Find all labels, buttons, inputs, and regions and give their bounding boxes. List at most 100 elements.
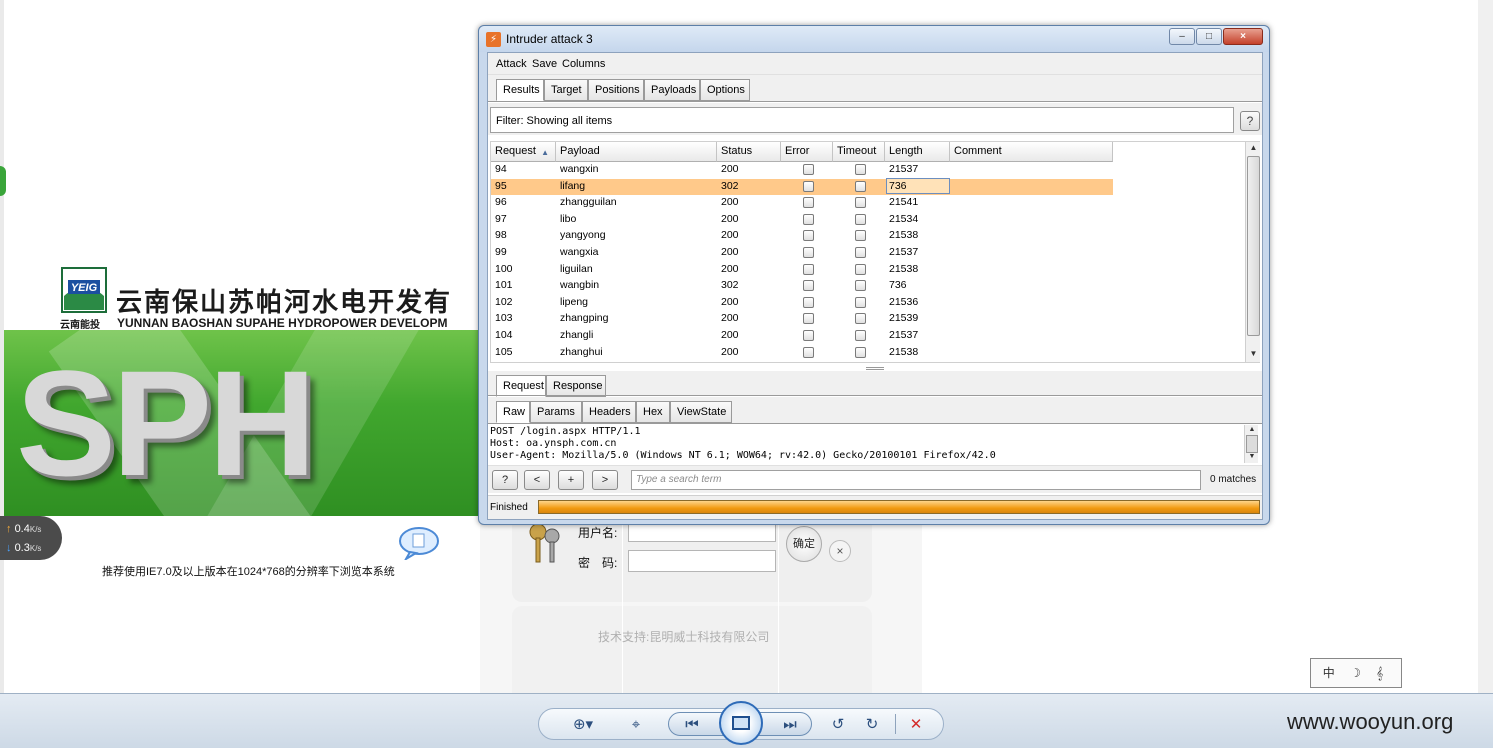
table-row[interactable]: 104 zhangli 200 21537 (491, 328, 1113, 345)
main-tabs: Results Target Positions Payloads Option… (488, 75, 1262, 101)
progress-fill (539, 501, 1259, 513)
cell-payload: wangxia (560, 245, 599, 258)
menu-attack[interactable]: Attack (496, 58, 527, 70)
cell-payload: lipeng (560, 295, 589, 308)
zoom-icon[interactable]: ⊕▾ (566, 714, 600, 736)
raw-scroll-up-icon[interactable]: ▲ (1246, 425, 1258, 435)
cell-length: 21537 (889, 245, 919, 258)
photo-viewer-toolbar: ⊕▾ ⌖ ⏮ ⏭ ↺ ↻ ✕ www.wooyun.org (0, 693, 1493, 748)
status-row: Finished (488, 495, 1262, 519)
login-reset-button[interactable]: × (829, 540, 851, 562)
filter-bar[interactable]: Filter: Showing all items (490, 107, 1234, 133)
table-row[interactable]: 99 wangxia 200 21537 (491, 245, 1113, 262)
scroll-up-icon[interactable]: ▲ (1248, 142, 1259, 154)
search-help-button[interactable]: ? (492, 470, 518, 490)
password-label: 密 码: (578, 556, 618, 570)
column-timeout[interactable]: Timeout (833, 142, 885, 162)
scroll-down-icon[interactable]: ▼ (1248, 348, 1259, 360)
table-row[interactable]: 96 zhangguilan 200 21541 (491, 195, 1113, 212)
upload-speed: ↑ 0.4K/s (6, 523, 42, 535)
table-row[interactable]: 101 wangbin 302 736 (491, 278, 1113, 295)
results-scrollbar[interactable]: ▲ ▼ (1245, 142, 1260, 362)
previous-icon[interactable]: ⏮ (680, 714, 704, 736)
rotate-left-icon[interactable]: ↺ (828, 714, 848, 736)
ime-toolbar[interactable]: 中 ☽ 𝄞 (1310, 658, 1402, 688)
search-input[interactable]: Type a search term (631, 470, 1201, 490)
scroll-thumb[interactable] (1247, 156, 1260, 336)
close-button[interactable]: × (1223, 28, 1263, 45)
login-submit-button[interactable]: 确定 (786, 526, 822, 562)
search-previous-button[interactable]: < (524, 470, 550, 490)
minimize-button[interactable]: – (1169, 28, 1195, 45)
table-row[interactable]: 100 liguilan 200 21538 (491, 262, 1113, 279)
column-comment[interactable]: Comment (950, 142, 1113, 162)
tab-payloads[interactable]: Payloads (644, 79, 700, 101)
cell-length: 21541 (889, 196, 919, 209)
sph-banner: SPH (4, 330, 480, 516)
cell-payload: wangbin (560, 279, 600, 292)
table-row[interactable]: 103 zhangping 200 21539 (491, 311, 1113, 328)
checkbox-error (803, 329, 814, 341)
slideshow-button[interactable] (719, 701, 763, 745)
column-payload[interactable]: Payload (556, 142, 717, 162)
checkbox-error (803, 180, 814, 192)
raw-line: POST /login.aspx HTTP/1.1 (490, 426, 641, 437)
raw-scrollbar[interactable]: ▲ ▼ (1244, 425, 1258, 463)
checkbox-timeout (855, 263, 866, 275)
raw-request-editor[interactable]: POST /login.aspx HTTP/1.1 Host: oa.ynsph… (488, 425, 1244, 463)
tab-hex[interactable]: Hex (636, 401, 670, 423)
intruder-attack-window: ⚡ Intruder attack 3 – □ × Attack Save Co… (478, 25, 1270, 525)
split-pane-divider[interactable] (866, 367, 884, 370)
cell-payload: libo (560, 212, 577, 225)
help-button[interactable]: ? (1240, 111, 1260, 131)
tab-options[interactable]: Options (700, 79, 750, 101)
tab-headers[interactable]: Headers (582, 401, 636, 423)
table-row[interactable]: 105 zhanghui 200 21538 (491, 345, 1113, 362)
checkbox-timeout (855, 346, 866, 358)
tab-positions[interactable]: Positions (588, 79, 644, 101)
delete-icon[interactable]: ✕ (906, 714, 926, 736)
table-row[interactable]: 95 lifang 302 736 (491, 177, 1113, 196)
tab-raw[interactable]: Raw (496, 401, 530, 423)
menu-save[interactable]: Save (532, 58, 557, 70)
checkbox-error (803, 313, 814, 325)
raw-scroll-down-icon[interactable]: ▼ (1246, 452, 1258, 462)
speech-bubble-icon[interactable] (398, 526, 440, 560)
maximize-button[interactable]: □ (1196, 28, 1222, 45)
password-input[interactable] (628, 550, 776, 572)
column-error[interactable]: Error (781, 142, 833, 162)
table-row[interactable]: 94 wangxin 200 21537 (491, 162, 1113, 179)
tab-target[interactable]: Target (544, 79, 588, 101)
rotate-right-icon[interactable]: ↻ (862, 714, 882, 736)
column-status[interactable]: Status (717, 142, 781, 162)
column-length[interactable]: Length (885, 142, 950, 162)
checkbox-timeout (855, 313, 866, 325)
menu-columns[interactable]: Columns (562, 58, 605, 70)
cell-length: 21537 (889, 163, 919, 175)
table-row[interactable]: 97 libo 200 21534 (491, 212, 1113, 229)
tab-response[interactable]: Response (546, 375, 606, 397)
tab-params[interactable]: Params (530, 401, 582, 423)
support-text: 技术支持:昆明威士科技有限公司 (598, 630, 770, 644)
cell-payload: lifang (560, 179, 586, 192)
network-speed-widget[interactable]: ↑ 0.4K/s ↓ 0.3K/s (0, 516, 62, 560)
cell-status: 200 (721, 295, 739, 308)
raw-scroll-thumb[interactable] (1246, 435, 1258, 453)
table-row[interactable]: 102 lipeng 200 21536 (491, 295, 1113, 312)
company-name-en: YUNNAN BAOSHAN SUPAHE HYDROPOWER DEVELOP… (117, 316, 448, 330)
next-icon[interactable]: ⏭ (778, 714, 802, 736)
cell-payload: zhangping (560, 312, 609, 325)
search-options-button[interactable]: + (558, 470, 584, 490)
window-titlebar[interactable]: ⚡ Intruder attack 3 – □ × (479, 26, 1269, 52)
search-next-button[interactable]: > (592, 470, 618, 490)
cell-request: 105 (495, 345, 513, 358)
table-row[interactable]: 98 yangyong 200 21538 (491, 228, 1113, 245)
checkbox-timeout (855, 329, 866, 341)
tab-viewstate[interactable]: ViewState (670, 401, 732, 423)
column-request[interactable]: Request ▲ (491, 142, 556, 162)
cell-status: 200 (721, 245, 739, 258)
attack-progress-bar (538, 500, 1260, 514)
tab-request[interactable]: Request (496, 375, 546, 397)
fit-window-icon[interactable]: ⌖ (624, 714, 648, 736)
tab-results[interactable]: Results (496, 79, 544, 101)
